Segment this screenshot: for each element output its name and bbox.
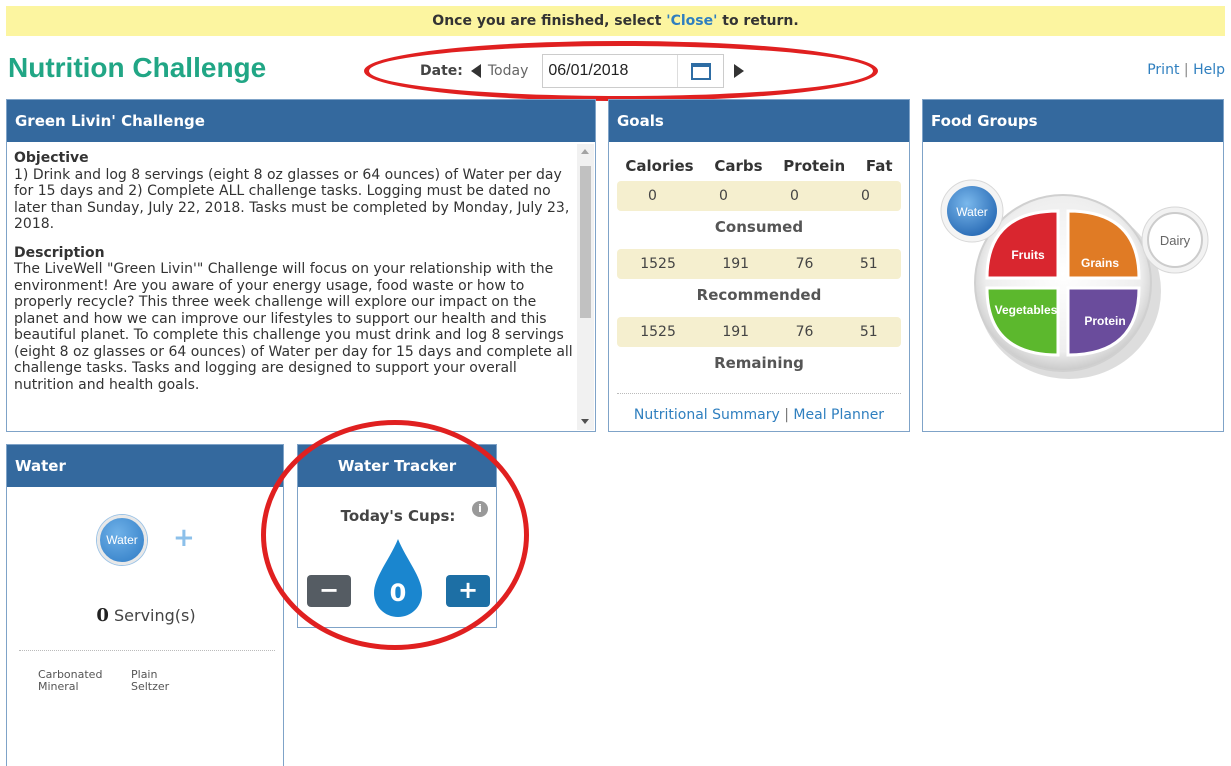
consumed-protein: 0 [790,188,799,204]
info-icon[interactable]: i [472,501,488,517]
description-text: The LiveWell "Green Livin'" Challenge wi… [14,261,573,393]
goals-links: Nutritional Summary | Meal Planner [609,394,909,423]
remaining-label: Remaining [714,354,804,372]
water-tracker-panel: Water Tracker Today's Cups: i − 0 + [297,444,497,628]
print-link[interactable]: Print [1147,62,1179,78]
dairy-bubble-label: Dairy [1160,233,1191,248]
water-tracker-title: Water Tracker [298,445,496,487]
serving-count: 0 Serving(s) [7,605,285,626]
nutritional-summary-link[interactable]: Nutritional Summary [634,407,780,423]
return-banner: Once you are finished, select 'Close' to… [6,6,1225,36]
food-plate-graphic[interactable]: Fruits Grains Vegetables Protein Water D… [923,143,1223,431]
close-link[interactable]: 'Close' [666,13,717,29]
next-day-icon[interactable] [734,64,745,78]
top-links: Print | Help [1147,62,1225,78]
water-option[interactable]: Carbonated Mineral [38,669,102,693]
food-groups-title: Food Groups [923,100,1223,142]
link-separator: | [784,407,789,423]
challenge-panel: Green Livin' Challenge Objective 1) Drin… [6,99,596,432]
remaining-calories: 1525 [640,324,676,340]
meal-planner-link[interactable]: Meal Planner [793,407,884,423]
scroll-down-icon[interactable] [581,419,589,424]
description-heading: Description [14,244,105,261]
recommended-row: 1525 191 76 51 [617,249,901,279]
objective-heading: Objective [14,150,89,166]
option-line: Mineral [38,680,79,693]
water-bubble-label: Water [956,205,988,219]
serving-unit: Serving(s) [114,606,196,625]
add-water-icon[interactable]: + [173,523,195,553]
previous-day-icon[interactable] [470,64,481,78]
decrease-cups-button[interactable]: − [307,575,351,607]
recommended-protein: 76 [795,256,814,272]
remaining-carbs: 191 [722,324,750,340]
water-panel: Water Water + 0 Serving(s) Carbonated Mi… [6,444,284,766]
consumed-fat: 0 [861,188,870,204]
remaining-fat: 51 [859,324,878,340]
water-icon[interactable]: Water [97,515,147,565]
grains-label: Grains [1081,256,1119,270]
challenge-scrollbar[interactable] [577,144,594,430]
date-value: 06/01/2018 [548,62,629,79]
cups-count: 0 [389,579,407,607]
page-title: Nutrition Challenge [8,52,267,83]
serving-number: 0 [96,605,109,626]
consumed-row: 0 0 0 0 [617,181,901,211]
remaining-row: 1525 191 76 51 [617,317,901,347]
date-field[interactable]: 06/01/2018 [542,54,725,88]
calendar-button[interactable] [677,55,723,87]
option-line: Seltzer [131,680,170,693]
banner-suffix: to return. [717,13,799,29]
objective-text: 1) Drink and log 8 servings (eight 8 oz … [14,166,570,233]
recommended-carbs: 191 [722,256,750,272]
increase-cups-button[interactable]: + [446,575,490,607]
calendar-icon [690,62,711,80]
challenge-text: Objective 1) Drink and log 8 servings (e… [7,144,577,430]
scroll-up-icon[interactable] [581,149,589,154]
recommended-label: Recommended [696,286,822,304]
food-groups-panel: Food Groups Fruits Grains Vegetables Pro… [922,99,1224,432]
column-header: Protein [783,157,846,175]
scroll-thumb[interactable] [580,166,591,318]
banner-prefix: Once you are finished, select [432,13,667,29]
goals-title: Goals [609,100,909,142]
date-selector: Date: Today 06/01/2018 [420,52,745,90]
water-option[interactable]: Plain Seltzer [131,669,169,693]
goals-column-headers: Calories Carbs Protein Fat [609,142,909,181]
fruits-label: Fruits [1011,248,1045,262]
recommended-fat: 51 [859,256,878,272]
water-divider [19,650,275,651]
today-link[interactable]: Today [488,63,529,79]
vegetables-label: Vegetables [995,303,1058,317]
column-header: Carbs [714,157,763,175]
column-header: Fat [865,157,893,175]
date-label: Date: [420,63,463,79]
column-header: Calories [625,157,694,175]
goals-panel: Goals Calories Carbs Protein Fat 0 0 0 0… [608,99,910,432]
consumed-calories: 0 [648,188,657,204]
link-separator: | [1183,62,1189,78]
remaining-protein: 76 [795,324,814,340]
water-title: Water [7,445,283,487]
consumed-label: Consumed [714,218,804,236]
challenge-title: Green Livin' Challenge [7,100,595,142]
consumed-carbs: 0 [719,188,728,204]
todays-cups-label: Today's Cups: [340,507,456,525]
protein-label: Protein [1084,314,1125,328]
help-link[interactable]: Help [1193,62,1225,78]
recommended-calories: 1525 [640,256,676,272]
